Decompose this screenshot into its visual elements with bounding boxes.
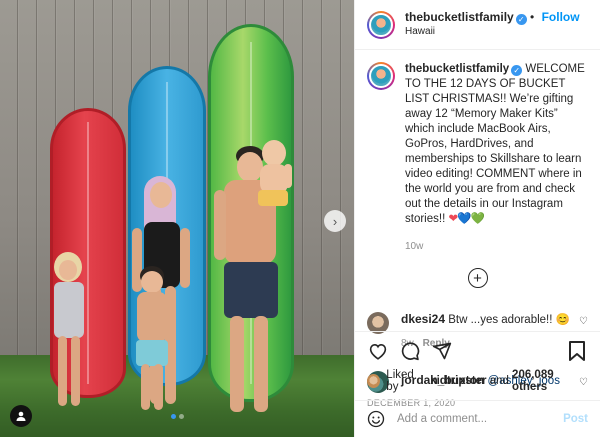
post-details-panel: thebucketlistfamily ✓ • Follow Hawaii the… bbox=[354, 0, 600, 437]
caption-text: WELCOME TO THE 12 DAYS OF BUCKET LIST CH… bbox=[405, 63, 585, 225]
carousel-dot-active bbox=[170, 414, 176, 419]
next-slide-button[interactable]: › bbox=[324, 210, 346, 232]
like-button[interactable] bbox=[367, 340, 389, 362]
blue-heart-emoji: 💙 bbox=[457, 213, 471, 225]
post-caption: thebucketlistfamily ✓ WELCOME TO THE 12 D… bbox=[355, 50, 600, 254]
carousel-dot bbox=[178, 414, 184, 419]
carousel-indicator bbox=[0, 414, 354, 419]
caption-author-username[interactable]: thebucketlistfamily bbox=[405, 63, 509, 75]
boy-figure bbox=[130, 266, 174, 416]
caption-age: 10w bbox=[405, 241, 424, 252]
caption-author-avatar[interactable] bbox=[367, 62, 395, 90]
liker-avatar[interactable] bbox=[367, 374, 381, 388]
likes-prefix: Liked by bbox=[386, 369, 414, 393]
comment-text: Btw ...yes adorable!! 😊 bbox=[448, 314, 570, 326]
post-header: thebucketlistfamily ✓ • Follow Hawaii bbox=[355, 0, 600, 50]
plus-circle-icon: + bbox=[467, 268, 488, 288]
post-comment-button[interactable]: Post bbox=[563, 413, 588, 425]
heart-outline-icon bbox=[369, 344, 387, 360]
red-heart-emoji: ❤ bbox=[448, 213, 458, 225]
load-more-comments[interactable]: + bbox=[355, 268, 600, 288]
post-photo[interactable]: › bbox=[0, 0, 354, 437]
emoji-picker-button[interactable] bbox=[367, 410, 385, 428]
baby-figure bbox=[254, 140, 294, 220]
comment-input[interactable] bbox=[397, 413, 564, 425]
liker-username[interactable]: kidtripster bbox=[430, 375, 486, 387]
comment-like-heart-icon[interactable]: ♡ bbox=[579, 316, 588, 327]
chevron-right-icon: › bbox=[332, 213, 338, 229]
save-button[interactable] bbox=[566, 340, 588, 362]
green-heart-emoji: 💚 bbox=[470, 213, 484, 225]
girl-figure bbox=[44, 252, 94, 412]
comment-username[interactable]: dkesi24 bbox=[401, 312, 445, 326]
separator-dot: • bbox=[530, 10, 535, 24]
author-avatar[interactable] bbox=[367, 10, 395, 39]
comment-button[interactable] bbox=[399, 340, 421, 362]
comment-bubble-icon bbox=[401, 342, 420, 361]
caption-hearts: ❤💙💚 bbox=[448, 213, 484, 225]
share-button[interactable] bbox=[431, 340, 453, 362]
comment-composer: Post bbox=[355, 400, 600, 437]
follow-button[interactable]: Follow bbox=[542, 10, 580, 24]
post-actions: Liked by kidtripster and 206,089 others … bbox=[355, 331, 600, 408]
bookmark-icon bbox=[569, 341, 585, 361]
likes-count[interactable]: 206,089 others bbox=[512, 369, 588, 393]
likes-summary: Liked by kidtripster and 206,089 others bbox=[367, 369, 588, 393]
author-username[interactable]: thebucketlistfamily bbox=[405, 10, 514, 24]
post-location[interactable]: Hawaii bbox=[405, 25, 580, 39]
paper-plane-icon bbox=[432, 342, 452, 360]
verified-badge-icon: ✓ bbox=[515, 14, 527, 25]
smiley-icon bbox=[367, 410, 385, 428]
likes-middle: and bbox=[489, 375, 509, 387]
verified-badge-icon: ✓ bbox=[511, 65, 523, 76]
